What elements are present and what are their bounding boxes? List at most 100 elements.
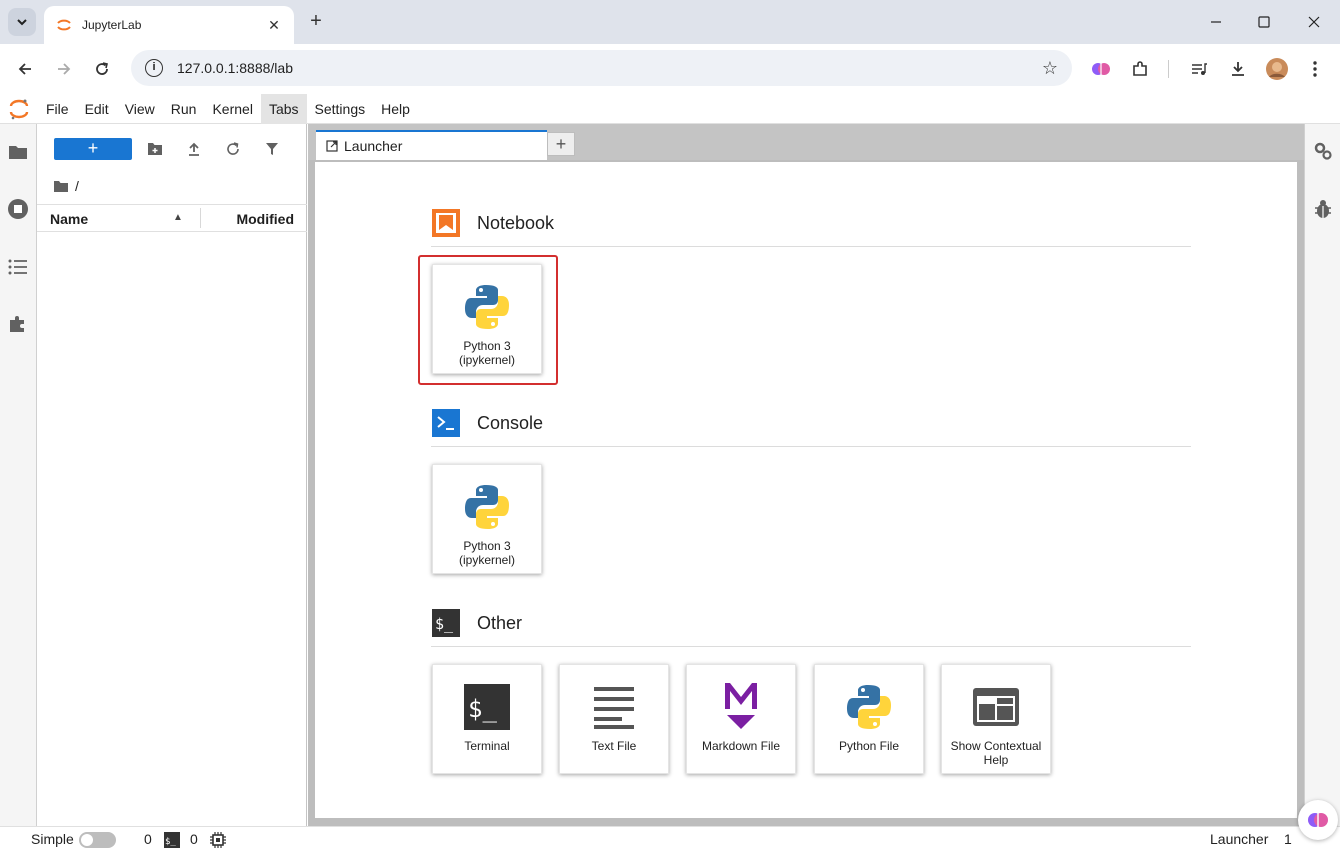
launcher-card-python-file[interactable]: Python File — [814, 664, 924, 774]
active-widget-label: Launcher — [1210, 831, 1269, 847]
extension-manager-icon[interactable] — [6, 312, 30, 336]
section-divider — [431, 246, 1191, 247]
chevron-down-icon — [17, 19, 27, 26]
close-window-button[interactable] — [1300, 8, 1328, 36]
jupyter-favicon-icon — [57, 19, 71, 31]
assistant-button[interactable] — [1298, 800, 1338, 840]
address-bar[interactable]: i 127.0.0.1:8888/lab ☆ — [131, 50, 1072, 86]
breadcrumb: / — [53, 178, 79, 194]
statusbar: Simple 0 $_ 0 Launcher 1 — [0, 826, 1340, 851]
column-modified-header[interactable]: Modified — [236, 211, 294, 227]
property-inspector-icon[interactable] — [1312, 140, 1334, 162]
left-sidebar-tabs — [0, 124, 37, 826]
reload-icon — [96, 62, 108, 75]
launcher-card-markdown-file[interactable]: Markdown File — [686, 664, 796, 774]
home-folder-icon[interactable] — [53, 180, 69, 193]
sort-ascending-icon: ▲ — [173, 212, 183, 223]
debugger-bug-icon[interactable] — [1312, 198, 1334, 220]
table-of-contents-icon[interactable] — [6, 255, 30, 279]
menu-help[interactable]: Help — [373, 94, 418, 124]
new-tab-button[interactable]: + — [304, 10, 328, 34]
menubar: File Edit View Run Kernel Tabs Settings … — [0, 93, 1340, 124]
upload-icon[interactable] — [183, 138, 205, 160]
terminals-count[interactable]: 0 — [144, 831, 152, 847]
menu-tabs[interactable]: Tabs — [260, 93, 307, 124]
tab-search-button[interactable] — [8, 8, 36, 36]
jupyterlab-app: File Edit View Run Kernel Tabs Settings … — [0, 93, 1340, 851]
section-divider — [431, 446, 1191, 447]
card-label: Terminal — [464, 739, 510, 753]
menu-edit[interactable]: Edit — [77, 94, 117, 124]
menu-settings[interactable]: Settings — [307, 94, 374, 124]
section-other-title: Other — [477, 612, 523, 633]
column-name-header[interactable]: Name — [50, 211, 88, 227]
queue-music-icon — [1192, 63, 1207, 75]
kebab-menu-icon — [1313, 61, 1317, 77]
browser-tab-jupyterlab[interactable]: JupyterLab ✕ — [44, 6, 294, 44]
kernels-count[interactable]: 0 — [190, 831, 198, 847]
dock-tabbar: Launcher + — [308, 124, 1304, 160]
reload-button[interactable] — [88, 55, 116, 83]
extensions-button[interactable] — [1127, 56, 1153, 82]
section-notebook-title: Notebook — [477, 212, 555, 233]
toggle-knob — [81, 834, 93, 846]
card-label: Show Contextual Help — [950, 739, 1042, 767]
tab-launcher[interactable]: Launcher — [316, 130, 547, 160]
main-dock-area: Launcher + Notebook Python 3 (ipykernel) — [308, 124, 1304, 826]
browser-menu-button[interactable] — [1302, 56, 1328, 82]
notebook-icon — [432, 209, 460, 237]
section-console-title: Console — [477, 412, 544, 433]
card-label: Markdown File — [701, 739, 781, 753]
file-list-header: Name ▲ Modified — [37, 204, 307, 232]
refresh-icon[interactable] — [222, 138, 244, 160]
maximize-button[interactable] — [1250, 8, 1278, 36]
menu-kernel[interactable]: Kernel — [204, 94, 260, 124]
svg-text:$_: $_ — [435, 615, 454, 633]
jupyter-logo-icon — [0, 94, 38, 124]
back-button[interactable] — [11, 55, 39, 83]
tab-index: 1 — [1284, 831, 1292, 847]
brain-icon — [1308, 813, 1328, 827]
terminal-status-icon[interactable]: $_ — [164, 832, 180, 851]
address-url[interactable]: 127.0.0.1:8888/lab — [177, 60, 1042, 76]
menu-run[interactable]: Run — [163, 94, 205, 124]
toolbar-divider — [1168, 60, 1169, 78]
section-console: Console — [431, 408, 543, 438]
launcher-card-contextual-help[interactable]: Show Contextual Help — [941, 664, 1051, 774]
forward-button[interactable] — [50, 55, 78, 83]
right-sidebar-tabs — [1304, 124, 1340, 826]
folder-icon[interactable] — [6, 140, 30, 164]
kernel-chip-icon[interactable] — [210, 832, 226, 851]
new-launcher-button[interactable]: + — [54, 138, 132, 160]
card-label: Python 3 (ipykernel) — [458, 539, 515, 567]
site-info-icon[interactable]: i — [145, 59, 163, 77]
section-divider — [431, 646, 1191, 647]
menu-file[interactable]: File — [38, 94, 77, 124]
svg-text:$_: $_ — [468, 695, 497, 723]
svg-text:$_: $_ — [165, 837, 176, 847]
breadcrumb-root[interactable]: / — [75, 178, 79, 194]
launcher-card-terminal[interactable]: $_ Terminal — [432, 664, 542, 774]
close-tab-icon[interactable]: ✕ — [266, 17, 282, 33]
downloads-button[interactable] — [1225, 56, 1251, 82]
running-sessions-icon[interactable] — [6, 197, 30, 221]
simple-mode-label: Simple — [31, 831, 74, 847]
new-folder-icon[interactable] — [144, 138, 166, 160]
filter-icon[interactable] — [261, 138, 283, 160]
simple-mode-toggle[interactable] — [79, 832, 116, 848]
add-tab-button[interactable]: + — [547, 132, 575, 156]
browser-toolbar: i 127.0.0.1:8888/lab ☆ — [0, 44, 1340, 94]
media-controls-button[interactable] — [1186, 56, 1212, 82]
launcher-card-console-python3[interactable]: Python 3 (ipykernel) — [432, 464, 542, 574]
column-divider[interactable] — [200, 208, 201, 228]
menu-view[interactable]: View — [117, 94, 163, 124]
bookmark-star-icon[interactable]: ☆ — [1042, 58, 1058, 79]
brain-extension-button[interactable] — [1088, 56, 1114, 82]
browser-tab-title: JupyterLab — [82, 18, 142, 32]
profile-avatar[interactable] — [1264, 56, 1290, 82]
minimize-button[interactable] — [1202, 8, 1230, 36]
console-icon — [432, 409, 460, 437]
tab-launcher-label: Launcher — [344, 138, 403, 154]
launcher-card-text-file[interactable]: Text File — [559, 664, 669, 774]
arrow-left-icon — [18, 63, 31, 75]
